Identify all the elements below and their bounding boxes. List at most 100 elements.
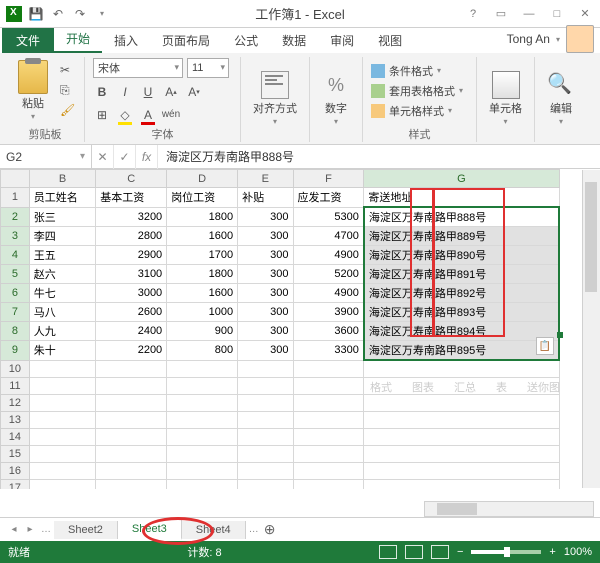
close-icon[interactable]: ✕ [574,5,596,23]
paste-dropdown-icon[interactable]: ▾ [31,112,35,121]
cell[interactable] [293,411,364,428]
cell[interactable]: 300 [238,341,293,361]
font-name-select[interactable]: 宋体 [93,58,183,78]
normal-view-icon[interactable] [379,545,397,559]
sheet-tab-active[interactable]: Sheet3 [118,520,182,540]
cell[interactable] [238,445,293,462]
cell[interactable] [167,377,238,394]
cell[interactable]: 海淀区万寿南路甲891号 [364,265,559,284]
row-header[interactable]: 11 [1,377,30,394]
name-box[interactable]: G2 [0,145,92,168]
editing-button[interactable]: 🔍编辑▾ [543,69,579,128]
row-header[interactable]: 6 [1,284,30,303]
italic-button[interactable]: I [116,83,134,101]
cell[interactable]: 5200 [293,265,364,284]
ribbon-options-icon[interactable]: ▭ [490,5,512,23]
save-icon[interactable]: 💾 [26,4,46,24]
cell[interactable]: 2600 [96,303,167,322]
cell[interactable]: 2900 [96,246,167,265]
cell[interactable]: 3200 [96,207,167,227]
increase-font-icon[interactable]: A▴ [162,83,180,101]
cell[interactable]: 员工姓名 [29,188,95,208]
cell[interactable] [364,360,559,377]
col-header[interactable]: B [29,170,95,188]
user-area[interactable]: Tong An ▾ [507,25,594,53]
sheet-tab[interactable]: Sheet4 [182,521,246,539]
cell[interactable] [96,428,167,445]
cell[interactable] [293,377,364,394]
zoom-out-icon[interactable]: − [457,546,463,558]
col-header[interactable]: F [293,170,364,188]
table-format-button[interactable]: 套用表格格式▾ [371,82,468,100]
cell[interactable] [238,428,293,445]
sheet-tab[interactable]: Sheet2 [54,521,118,539]
cell[interactable]: 海淀区万寿南路甲888号 [364,207,559,227]
cell[interactable]: 300 [238,284,293,303]
row-header[interactable]: 17 [1,479,30,489]
page-break-view-icon[interactable] [431,545,449,559]
cell[interactable]: 1800 [167,265,238,284]
tab-nav-more[interactable]: … [38,522,54,538]
row-header[interactable]: 1 [1,188,30,208]
cell[interactable]: 3100 [96,265,167,284]
fill-color-icon[interactable]: ◇ [116,106,134,124]
cells-button[interactable]: 单元格▾ [485,69,526,128]
tab-nav-more[interactable]: … [246,522,262,538]
cell[interactable] [167,479,238,489]
cell[interactable] [29,394,95,411]
cell[interactable] [167,428,238,445]
cell[interactable] [96,360,167,377]
fill-handle[interactable] [557,332,563,338]
cell[interactable]: 5300 [293,207,364,227]
cell[interactable] [293,360,364,377]
redo-icon[interactable]: ↷ [70,4,90,24]
row-header[interactable]: 7 [1,303,30,322]
col-header[interactable]: D [167,170,238,188]
cell[interactable] [167,360,238,377]
cell[interactable]: 海淀区万寿南路甲889号 [364,227,559,246]
row-header[interactable]: 4 [1,246,30,265]
cell[interactable] [96,377,167,394]
tab-file[interactable]: 文件 [2,28,54,53]
cell[interactable] [96,394,167,411]
paste-button[interactable]: 粘贴 ▾ [14,58,52,123]
cell[interactable]: 300 [238,246,293,265]
underline-button[interactable]: U [139,83,157,101]
cell[interactable]: 4900 [293,284,364,303]
tab-nav-prev-icon[interactable]: ◂ [6,522,22,538]
avatar[interactable] [566,25,594,53]
cell[interactable]: 300 [238,207,293,227]
vertical-scrollbar[interactable] [582,170,600,488]
cell[interactable] [293,445,364,462]
cell[interactable] [238,462,293,479]
conditional-format-button[interactable]: 条件格式▾ [371,62,468,80]
row-header[interactable]: 5 [1,265,30,284]
scroll-thumb[interactable] [585,182,597,292]
cell[interactable] [364,479,559,489]
cell[interactable] [364,394,559,411]
tab-layout[interactable]: 页面布局 [150,28,222,53]
tab-review[interactable]: 审阅 [318,28,366,53]
cell[interactable]: 4900 [293,246,364,265]
cell[interactable] [29,411,95,428]
cell[interactable] [96,445,167,462]
cell[interactable] [238,377,293,394]
page-layout-view-icon[interactable] [405,545,423,559]
cell[interactable]: 1600 [167,227,238,246]
cell[interactable]: 300 [238,322,293,341]
cell[interactable]: 人九 [29,322,95,341]
cut-icon[interactable]: ✂ [60,63,76,79]
cell[interactable]: 3900 [293,303,364,322]
paste-options-icon[interactable]: 📋 [536,337,554,355]
col-header[interactable]: E [238,170,293,188]
cell[interactable] [167,445,238,462]
cell[interactable]: 300 [238,265,293,284]
zoom-in-icon[interactable]: + [549,546,555,558]
cell[interactable]: 900 [167,322,238,341]
row-header[interactable]: 12 [1,394,30,411]
cell[interactable]: 海淀区万寿南路甲890号 [364,246,559,265]
cell[interactable] [364,411,559,428]
row-header[interactable]: 8 [1,322,30,341]
formula-bar[interactable]: 海淀区万寿南路甲888号 [158,148,600,165]
decrease-font-icon[interactable]: A▾ [185,83,203,101]
